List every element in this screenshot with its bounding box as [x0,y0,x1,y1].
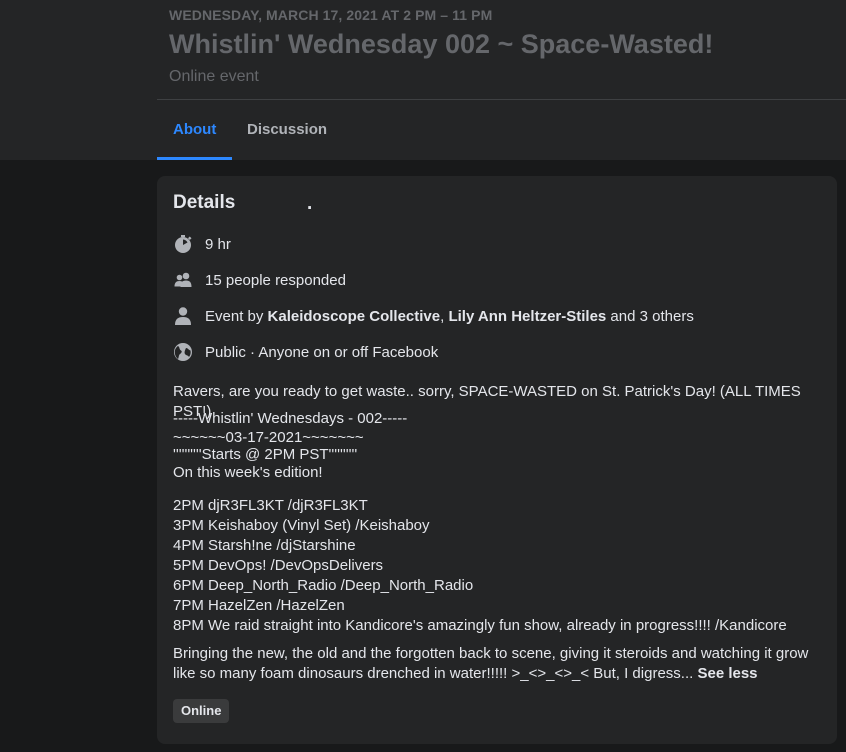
see-less-link[interactable]: See less [697,665,757,682]
hosts-others-link[interactable]: and 3 others [606,308,693,325]
lineup-item: 7PM HazelZen /HazelZen [173,597,345,614]
details-dot: . [307,193,313,214]
person-icon [173,306,193,326]
lineup-item: 5PM DevOps! /DevOpsDelivers [173,557,384,574]
hosts-row: Event by Kaleidoscope Collective , Lily … [173,304,694,328]
privacy-text: Public · Anyone on or off Facebook [205,343,439,361]
event-subtitle: Online event [169,68,259,85]
host-link-lily[interactable]: Lily Ann Heltzer-Stiles [448,308,606,325]
tab-discussion[interactable]: Discussion [231,100,343,160]
lineup-item: 3PM Keishaboy (Vinyl Set) /Keishaboy [173,517,430,534]
online-tag[interactable]: Online [173,699,230,723]
duration-row: 9 hr [173,232,231,256]
lineup-item: 2PM djR3FL3KT /djR3FL3KT [173,497,368,514]
description-line: On this week's edition! [173,464,323,481]
event-description-header: -----Whistlin' Wednesdays - 002----- ~~~… [173,409,823,483]
lineup-item: 6PM Deep_North_Radio /Deep_North_Radio [173,577,474,594]
description-line: ''''''''''Starts @ 2PM PST'''''''''' [173,446,358,463]
active-tab-indicator [157,157,233,160]
event-description-closing: Bringing the new, the old and the forgot… [173,644,823,684]
privacy-row: Public · Anyone on or off Facebook [173,340,438,364]
event-header: WEDNESDAY, MARCH 17, 2021 AT 2 PM – 11 P… [157,0,846,160]
lineup-item: 4PM Starsh!ne /djStarshine [173,537,356,554]
tab-about-label: About [173,121,217,138]
responded-text: 15 people responded [205,271,346,289]
description-line: -----Whistlin' Wednesdays - 002----- [173,410,408,427]
lineup-list: 2PM djR3FL3KT /djR3FL3KT 3PM Keishaboy (… [173,496,823,636]
stopwatch-icon [173,234,193,254]
globe-icon [173,342,193,362]
lineup-item: 8PM We raid straight into Kandicore's am… [173,617,787,634]
details-title: Details [173,192,236,213]
description-line: ~~~~~~03-17-2021~~~~~~~ [173,429,364,446]
details-card: Details . 9 hr 15 people responded Event… [157,176,837,744]
event-title: Whistlin' Wednesday 002 ~ Space-Wasted! [169,29,714,59]
people-icon [173,270,193,290]
tab-discussion-label: Discussion [247,121,328,138]
duration-text: 9 hr [205,235,231,253]
hosts-separator: , [440,307,449,325]
responded-row[interactable]: 15 people responded [173,268,346,292]
event-date: WEDNESDAY, MARCH 17, 2021 AT 2 PM – 11 P… [169,7,493,23]
tab-about[interactable]: About [157,100,233,160]
hosts-prefix: Event by [205,307,268,325]
host-link-kaleidoscope[interactable]: Kaleidoscope Collective [268,308,441,325]
